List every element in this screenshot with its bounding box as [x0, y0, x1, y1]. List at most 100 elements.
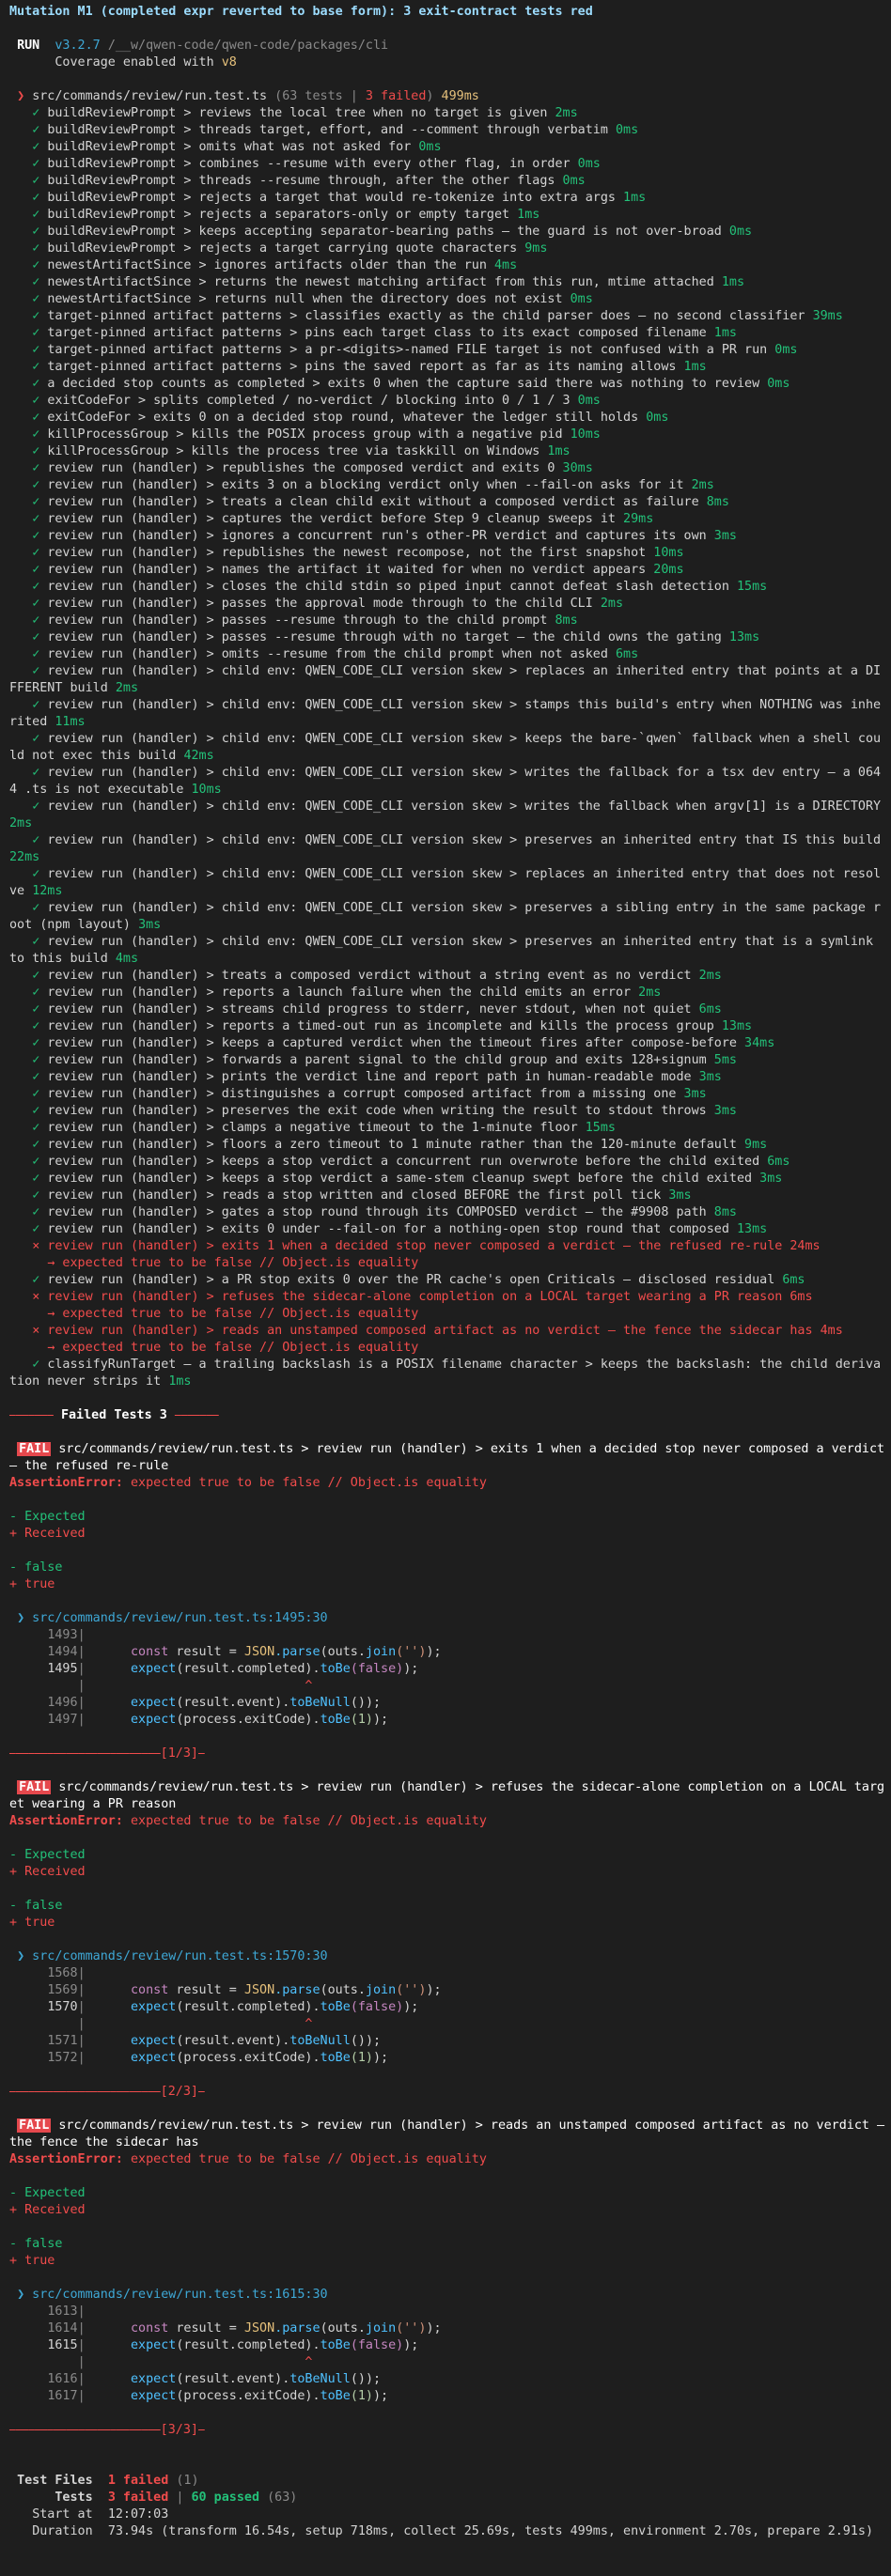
code-json: JSON [243, 1645, 275, 1659]
code-line: 1568| [9, 1965, 887, 1982]
code-method: expect [131, 2000, 177, 2014]
test-name: buildReviewPrompt > keeps accepting sepa… [47, 225, 722, 239]
line-number: 1493 [47, 1628, 78, 1642]
caret-marker: ^ [305, 2355, 313, 2369]
gutter-bar: | [77, 2304, 86, 2319]
gutter-bar: | [77, 1679, 86, 1693]
test-duration: 12ms [32, 884, 63, 898]
failure-counter: ⎯⎯⎯⎯⎯⎯⎯⎯⎯⎯⎯⎯⎯⎯⎯⎯⎯⎯⎯⎯⎯⎯⎯⎯[3/3]⎯ [9, 2422, 887, 2439]
check-icon: ✓ [32, 935, 40, 949]
gutter-bar: | [77, 2051, 86, 2065]
test-row: ✓ review run (handler) > passes the appr… [9, 596, 887, 613]
code-string: ('') [396, 1983, 427, 1997]
run-path: /__w/qwen-code/qwen-code/packages/cli [107, 39, 389, 53]
check-icon: ✓ [32, 326, 40, 340]
test-error-text: → expected true to be false // Object.is… [47, 1307, 419, 1321]
test-name: review run (handler) > prints the verdic… [47, 1070, 692, 1084]
test-row: ✓ review run (handler) > child env: QWEN… [9, 663, 887, 697]
suite-failed: 3 failed [365, 89, 427, 103]
code-method: .parse [274, 1645, 320, 1659]
test-name: buildReviewPrompt > combines --resume wi… [47, 157, 571, 171]
assertion-error-message: expected true to be false // Object.is e… [131, 1476, 487, 1490]
failed-header-rule-left: ⎯⎯⎯⎯⎯⎯⎯ [9, 1408, 54, 1422]
code-json: JSON [243, 2321, 275, 2335]
check-icon: ✓ [32, 174, 40, 188]
code-method: toBe [320, 2338, 351, 2352]
code-method: toBeNull [289, 1696, 351, 1710]
test-duration: 22ms [9, 850, 40, 864]
code-line: 1497| expect(process.exitCode).toBe(1)); [9, 1712, 887, 1729]
code-text: ); [403, 2338, 419, 2352]
test-name: newestArtifactSince > returns the newest… [47, 275, 714, 289]
code-method: toBe [320, 2000, 351, 2014]
diff-expected-value: - false [9, 1898, 887, 1915]
test-row: ✓ review run (handler) > prints the verd… [9, 1069, 887, 1086]
code-line: 1616| expect(result.event).toBeNull()); [9, 2371, 887, 2388]
test-row: ✓ review run (handler) > republishes the… [9, 545, 887, 562]
test-name: review run (handler) > keeps a captured … [47, 1036, 737, 1050]
code-method: toBe [320, 1713, 351, 1727]
test-row: ✓ killProcessGroup > kills the process t… [9, 443, 887, 460]
diff-expected-label: - Expected [9, 1847, 887, 1864]
test-name: buildReviewPrompt > rejects a separators… [47, 208, 510, 222]
test-row: ✓ review run (handler) > closes the chil… [9, 579, 887, 596]
suite-line: ❯ src/commands/review/run.test.ts (63 te… [9, 88, 887, 105]
test-row: ✓ buildReviewPrompt > reviews the local … [9, 105, 887, 122]
test-duration: 3ms [668, 1188, 692, 1203]
cross-icon: × [32, 1324, 40, 1338]
test-duration: 30ms [562, 461, 593, 475]
test-duration: 15ms [736, 580, 768, 594]
test-duration: 6ms [615, 647, 639, 661]
test-row: ✓ review run (handler) > child env: QWEN… [9, 731, 887, 765]
test-name: review run (handler) > exits 0 under --f… [47, 1222, 729, 1236]
test-duration: 15ms [585, 1121, 616, 1135]
check-icon: ✓ [32, 360, 40, 374]
test-name: review run (handler) > treats a clean ch… [47, 495, 699, 509]
caret-marker: ^ [305, 2017, 313, 2031]
diff-received-label: + Received [9, 2202, 887, 2219]
expected-label: - Expected [9, 1510, 86, 1524]
summary-start-value: 12:07:03 [107, 2507, 169, 2522]
check-icon: ✓ [32, 444, 40, 458]
test-duration: 2ms [638, 985, 662, 1000]
code-text: ); [403, 1662, 419, 1676]
gutter-bar: | [77, 2389, 86, 2403]
code-text: () [350, 2034, 366, 2048]
test-name: review run (handler) > child env: QWEN_C… [9, 732, 882, 763]
gutter-bar: | [77, 1966, 86, 1980]
failure-counter-rule: ⎯⎯⎯⎯⎯⎯⎯⎯⎯⎯⎯⎯⎯⎯⎯⎯⎯⎯⎯⎯⎯⎯⎯⎯[2/3]⎯ [9, 2085, 205, 2099]
test-name: buildReviewPrompt > rejects a target tha… [47, 191, 616, 205]
check-icon: ✓ [32, 1019, 40, 1033]
code-method: expect [131, 1662, 177, 1676]
test-duration: 3ms [759, 1172, 783, 1186]
code-line: 1572| expect(process.exitCode).toBe(1)); [9, 2050, 887, 2067]
failure-counter: ⎯⎯⎯⎯⎯⎯⎯⎯⎯⎯⎯⎯⎯⎯⎯⎯⎯⎯⎯⎯⎯⎯⎯⎯[2/3]⎯ [9, 2084, 887, 2101]
test-row: ✓ review run (handler) > reports a timed… [9, 1018, 887, 1035]
caret-marker: ^ [305, 1679, 313, 1693]
code-method: expect [131, 1696, 177, 1710]
assertion-error-message: expected true to be false // Object.is e… [131, 1814, 487, 1828]
assertion-error: AssertionError: expected true to be fals… [9, 1813, 887, 1830]
failure-title: FAIL src/commands/review/run.test.ts > r… [9, 1779, 887, 1813]
test-row: ✓ target-pinned artifact patterns > pins… [9, 359, 887, 376]
summary-duration: Duration 73.94s (transform 16.54s, setup… [9, 2523, 887, 2540]
test-name: review run (handler) > exits 1 when a de… [47, 1239, 783, 1253]
code-text: ); [365, 1696, 382, 1710]
test-duration: 2ms [115, 681, 139, 695]
test-name: review run (handler) > a PR stop exits 0… [47, 1273, 775, 1287]
summary-files: Test Files 1 failed (1) [9, 2473, 887, 2490]
code-text: (process.exitCode). [176, 2389, 320, 2403]
code-line: 1494| const result = JSON.parse(outs.joi… [9, 1644, 887, 1661]
test-row: ✓ review run (handler) > ignores a concu… [9, 528, 887, 545]
test-name: review run (handler) > exits 3 on a bloc… [47, 478, 684, 492]
test-duration: 11ms [55, 715, 86, 729]
test-duration: 2ms [555, 106, 578, 120]
test-duration: 3ms [713, 1104, 737, 1118]
test-duration: 9ms [524, 241, 548, 256]
test-row: ✓ buildReviewPrompt > threads --resume t… [9, 173, 887, 190]
test-duration: 0ms [728, 225, 753, 239]
check-icon: ✓ [32, 985, 40, 1000]
check-icon: ✓ [32, 292, 40, 306]
code-caret: | ^ [9, 2354, 887, 2371]
code-arg: (false) [350, 2338, 404, 2352]
